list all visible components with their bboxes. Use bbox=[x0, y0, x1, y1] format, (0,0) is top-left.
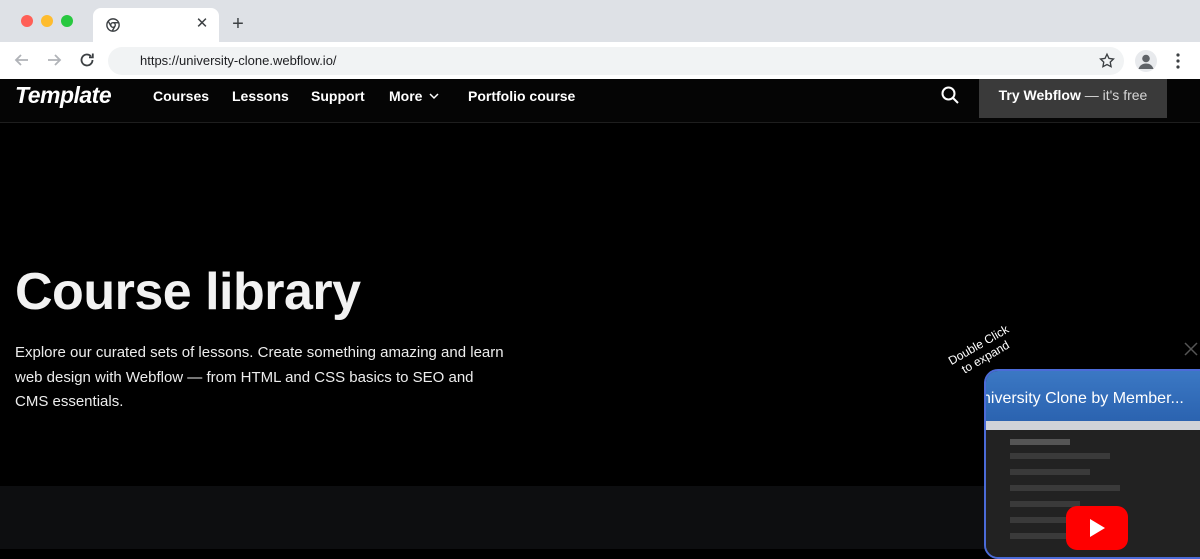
address-bar[interactable]: https://university-clone.webflow.io/ bbox=[108, 47, 1124, 75]
thumbnail-row bbox=[1010, 469, 1090, 475]
cta-rest-text: — it's free bbox=[1080, 87, 1148, 103]
browser-chrome: ✕ + https://university-clone.webflow.io/ bbox=[0, 0, 1200, 79]
floating-video-player[interactable]: niversity Clone by Member... bbox=[984, 369, 1200, 559]
profile-icon[interactable] bbox=[1135, 50, 1157, 72]
reload-icon[interactable] bbox=[77, 50, 97, 70]
thumbnail-browser-bar bbox=[986, 421, 1200, 430]
play-icon bbox=[1090, 519, 1105, 537]
page-title: Course library bbox=[15, 263, 361, 321]
try-webflow-button[interactable]: Try Webflow — it's free bbox=[979, 79, 1167, 118]
back-arrow-icon[interactable] bbox=[12, 50, 32, 70]
maximize-window-button[interactable] bbox=[61, 15, 73, 27]
nav-link-support[interactable]: Support bbox=[311, 88, 365, 104]
video-title: niversity Clone by Member... bbox=[984, 390, 1184, 407]
forward-arrow-icon[interactable] bbox=[44, 50, 64, 70]
tab-close-icon[interactable]: ✕ bbox=[193, 15, 211, 33]
thumbnail-row bbox=[1010, 485, 1120, 491]
nav-link-more[interactable]: More bbox=[389, 88, 422, 104]
close-window-button[interactable] bbox=[21, 15, 33, 27]
new-tab-icon[interactable]: + bbox=[228, 14, 248, 34]
site-logo[interactable]: Template bbox=[15, 82, 112, 109]
browser-tab[interactable]: ✕ bbox=[93, 8, 219, 42]
browser-toolbar: https://university-clone.webflow.io/ bbox=[0, 42, 1200, 79]
url-text: https://university-clone.webflow.io/ bbox=[140, 53, 337, 68]
close-icon[interactable] bbox=[1183, 341, 1199, 357]
search-icon[interactable] bbox=[940, 85, 960, 105]
nav-link-courses[interactable]: Courses bbox=[153, 88, 209, 104]
star-icon[interactable] bbox=[1098, 52, 1116, 70]
site-navbar: Template Courses Lessons Support More Po… bbox=[0, 79, 1200, 123]
minimize-window-button[interactable] bbox=[41, 15, 53, 27]
play-button[interactable] bbox=[1066, 506, 1128, 550]
video-header: niversity Clone by Member... bbox=[986, 371, 1200, 421]
thumbnail-row bbox=[1010, 439, 1070, 445]
hero-description: Explore our curated sets of lessons. Cre… bbox=[15, 344, 504, 410]
nav-link-lessons[interactable]: Lessons bbox=[232, 88, 289, 104]
thumbnail-row bbox=[1010, 453, 1110, 459]
nav-link-portfolio-course[interactable]: Portfolio course bbox=[468, 88, 575, 104]
chrome-favicon-icon bbox=[106, 18, 120, 32]
thumbnail-row bbox=[1010, 501, 1080, 507]
cta-bold-text: Try Webflow bbox=[998, 87, 1081, 103]
chevron-down-icon[interactable] bbox=[428, 90, 440, 102]
kebab-menu-icon[interactable] bbox=[1170, 51, 1186, 71]
person-icon bbox=[1138, 54, 1154, 69]
webpage: Template Courses Lessons Support More Po… bbox=[0, 79, 1200, 559]
